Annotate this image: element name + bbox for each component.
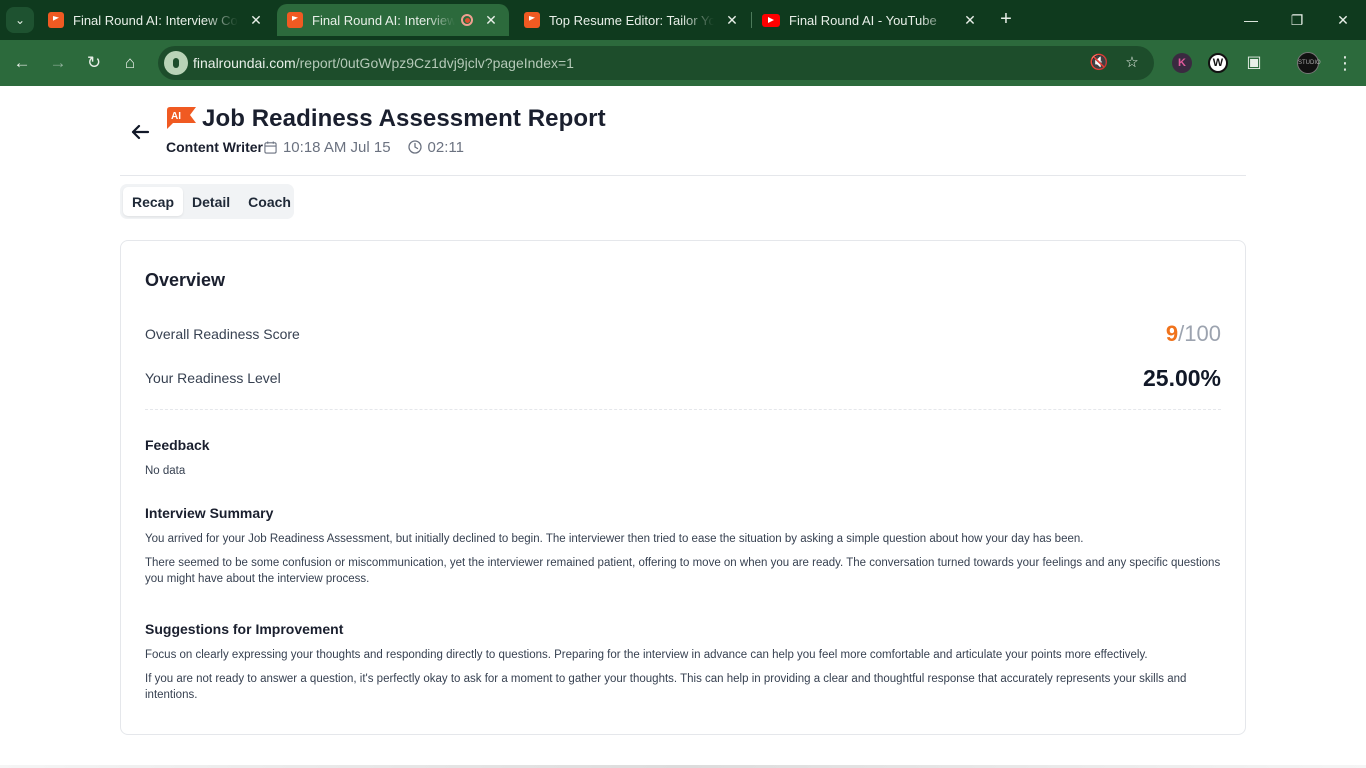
feedback-heading: Feedback	[145, 437, 210, 453]
youtube-icon	[762, 13, 780, 27]
address-bar[interactable]: finalroundai.com/report/0utGoWpz9Cz1dvj9…	[158, 46, 1154, 80]
close-tab-icon[interactable]: ✕	[724, 12, 740, 29]
tab-coach[interactable]: Coach	[239, 187, 300, 216]
report-page: AI Job Readiness Assessment Report Conte…	[0, 86, 1366, 768]
browser-tab-title: Final Round AI - YouTube	[789, 12, 937, 28]
header-divider	[120, 175, 1246, 176]
summary-heading: Interview Summary	[145, 505, 274, 521]
close-tab-icon[interactable]: ✕	[483, 12, 499, 29]
report-duration: 02:11	[427, 138, 464, 156]
browser-tab-title: Top Resume Editor: Tailor Your Resume	[549, 12, 714, 28]
suggestions-paragraph-2: If you are not ready to answer a questio…	[145, 673, 1187, 701]
browser-tab-title: Final Round AI: Interview Copilot	[312, 12, 455, 28]
profile-avatar[interactable]: STUDIO	[1297, 52, 1321, 74]
score-max: /100	[1178, 321, 1221, 346]
calendar-icon	[264, 140, 277, 154]
summary-paragraph-2: There seemed to be some confusion or mis…	[145, 557, 1221, 585]
url-text[interactable]: finalroundai.com/report/0utGoWpz9Cz1dvj9…	[193, 55, 574, 71]
job-role: Content Writer	[166, 139, 263, 155]
browser-tab-title: Final Round AI: Interview Copilot	[73, 12, 238, 28]
tab-recap[interactable]: Recap	[123, 187, 184, 216]
overview-title: Overview	[145, 270, 226, 290]
finalround-flag-icon	[287, 12, 303, 28]
level-label: Your Readiness Level	[145, 370, 281, 386]
bookmark-star-icon[interactable]: ☆	[1122, 53, 1142, 73]
home-icon[interactable]: ⌂	[118, 51, 142, 75]
finalround-logo-icon: AI	[167, 107, 196, 129]
suggestions-paragraph-1: Focus on clearly expressing your thought…	[145, 649, 1148, 661]
readiness-score: 9/100	[1166, 321, 1221, 347]
new-tab-plus-icon[interactable]: +	[994, 8, 1018, 32]
browser-tab-2[interactable]: Final Round AI: Interview Copilot ✕	[277, 4, 509, 36]
report-datetime: 10:18 AM Jul 15	[282, 138, 391, 156]
extension-k-icon[interactable]: K	[1172, 53, 1192, 73]
summary-paragraph-1: You arrived for your Job Readiness Asses…	[145, 533, 1084, 545]
score-value: 9	[1165, 321, 1179, 346]
url-path: /report/0utGoWpz9Cz1dvj9jclv?pageIndex=1	[295, 55, 574, 71]
score-label: Overall Readiness Score	[145, 326, 300, 342]
browser-toolbar: ← → ↻ ⌂ finalroundai.com/report/0utGoWpz…	[0, 40, 1366, 86]
report-duration-group: 02:11	[391, 139, 464, 156]
tab-search-chevron-icon[interactable]: ⌄	[6, 7, 34, 33]
back-arrow-icon[interactable]: ←	[10, 51, 34, 75]
report-datetime-group: 10:18 AM Jul 15	[263, 139, 391, 156]
minimize-window-icon[interactable]: —	[1228, 6, 1274, 34]
microphone-icon[interactable]	[164, 51, 188, 75]
browser-menu-icon[interactable]: ⋮	[1336, 51, 1354, 75]
page-title: Job Readiness Assessment Report	[202, 105, 606, 132]
browser-tab-4[interactable]: Final Round AI - YouTube ✕	[752, 4, 988, 36]
close-tab-icon[interactable]: ✕	[962, 12, 978, 29]
finalround-flag-icon	[524, 12, 540, 28]
mute-site-icon[interactable]: 🔇	[1089, 53, 1109, 73]
feedback-text: No data	[145, 465, 186, 477]
close-tab-icon[interactable]: ✕	[248, 12, 264, 29]
restore-window-icon[interactable]: ❐	[1274, 6, 1320, 34]
logo-text: AI	[171, 111, 181, 122]
tab-detail[interactable]: Detail	[183, 187, 239, 216]
recording-icon	[461, 14, 473, 26]
browser-tabstrip: ⌄ Final Round AI: Interview Copilot ✕ Fi…	[0, 0, 1366, 40]
close-window-icon[interactable]: ✕	[1320, 6, 1366, 34]
report-meta: Content Writer 10:18 AM Jul 15 02:11	[166, 137, 464, 157]
browser-tab-1[interactable]: Final Round AI: Interview Copilot ✕	[38, 4, 274, 36]
readiness-level: 25.00%	[1142, 365, 1221, 391]
finalround-flag-icon	[48, 12, 64, 28]
forward-arrow-icon[interactable]: →	[46, 51, 70, 75]
clock-icon	[407, 140, 422, 154]
overview-card: Overview Overall Readiness Score 9/100 Y…	[120, 240, 1246, 735]
extension-w-icon[interactable]: W	[1208, 53, 1228, 73]
url-host: finalroundai.com	[193, 55, 296, 71]
report-tabs: Recap Detail Coach	[120, 184, 294, 219]
reload-icon[interactable]: ↻	[82, 51, 106, 75]
extensions-puzzle-icon[interactable]: ▣	[1244, 53, 1264, 73]
suggestions-heading: Suggestions for Improvement	[145, 621, 344, 637]
back-arrow-icon[interactable]	[128, 120, 152, 144]
browser-tab-3[interactable]: Top Resume Editor: Tailor Your Resume ✕	[514, 4, 750, 36]
section-divider	[145, 409, 1221, 410]
